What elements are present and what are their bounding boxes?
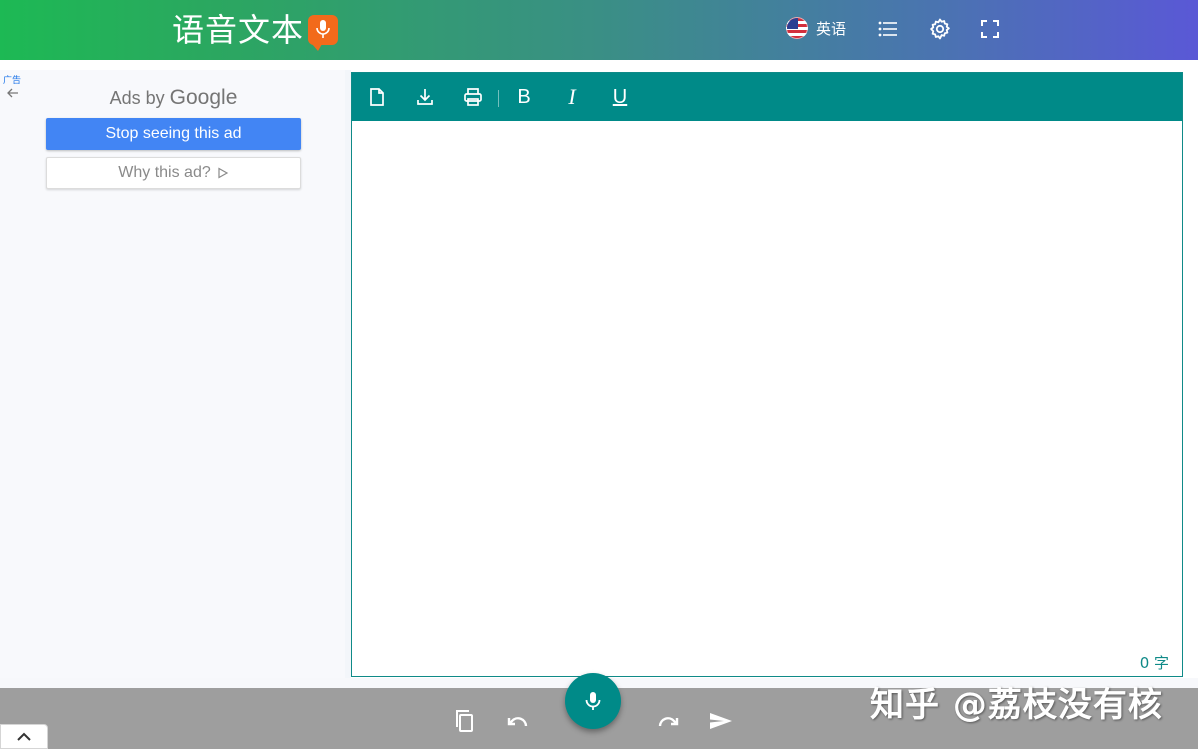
new-document-icon[interactable] — [365, 85, 389, 109]
app-header: 语音文本 英语 — [0, 0, 1198, 60]
stop-seeing-ad-button[interactable]: Stop seeing this ad — [46, 118, 301, 150]
language-label: 英语 — [816, 19, 847, 38]
download-icon[interactable] — [413, 85, 437, 109]
why-this-ad-button[interactable]: Why this ad? — [46, 157, 301, 189]
ad-choices-icon — [218, 167, 228, 179]
underline-button[interactable]: U — [608, 85, 632, 109]
list-icon[interactable] — [876, 17, 900, 41]
copy-icon[interactable] — [452, 708, 478, 734]
ads-by-google: Ads by Google — [46, 86, 301, 110]
send-icon[interactable] — [708, 708, 734, 734]
microphone-icon — [585, 692, 601, 710]
italic-button[interactable]: I — [560, 84, 584, 109]
print-icon[interactable] — [461, 85, 485, 109]
us-flag-icon — [786, 17, 808, 39]
right-gutter — [1184, 70, 1198, 678]
underline-letter: U — [612, 85, 628, 108]
chevron-up-icon — [17, 732, 31, 741]
bold-button[interactable]: B — [512, 85, 536, 109]
redo-icon[interactable] — [656, 708, 682, 734]
toolbar-divider — [498, 90, 499, 107]
google-brand: Google — [169, 86, 238, 109]
logo-text: 语音文本 — [172, 11, 305, 49]
gear-icon[interactable] — [928, 17, 952, 41]
back-arrow-icon[interactable] — [6, 86, 20, 100]
bold-letter: B — [517, 85, 531, 108]
app-logo[interactable]: 语音文本 — [172, 10, 339, 51]
ads-by-prefix: Ads by — [109, 88, 165, 108]
editor-toolbar: B I U — [352, 73, 1182, 121]
microphone-button[interactable] — [565, 673, 621, 729]
watermark: 知乎 @荔枝没有核 — [870, 685, 1163, 725]
microphone-badge-icon — [308, 15, 339, 51]
ad-tag: 广告 — [3, 76, 22, 86]
italic-letter: I — [568, 84, 576, 109]
word-count: 0 字 — [1139, 654, 1169, 672]
collapse-tab[interactable] — [0, 724, 48, 749]
text-editor: B I U 0 字 — [351, 72, 1183, 677]
undo-icon[interactable] — [504, 708, 530, 734]
why-this-ad-label: Why this ad? — [118, 164, 211, 181]
editor-text-area[interactable] — [352, 121, 1182, 676]
language-selector[interactable]: 英语 — [786, 17, 846, 39]
fullscreen-icon[interactable] — [978, 17, 1002, 41]
